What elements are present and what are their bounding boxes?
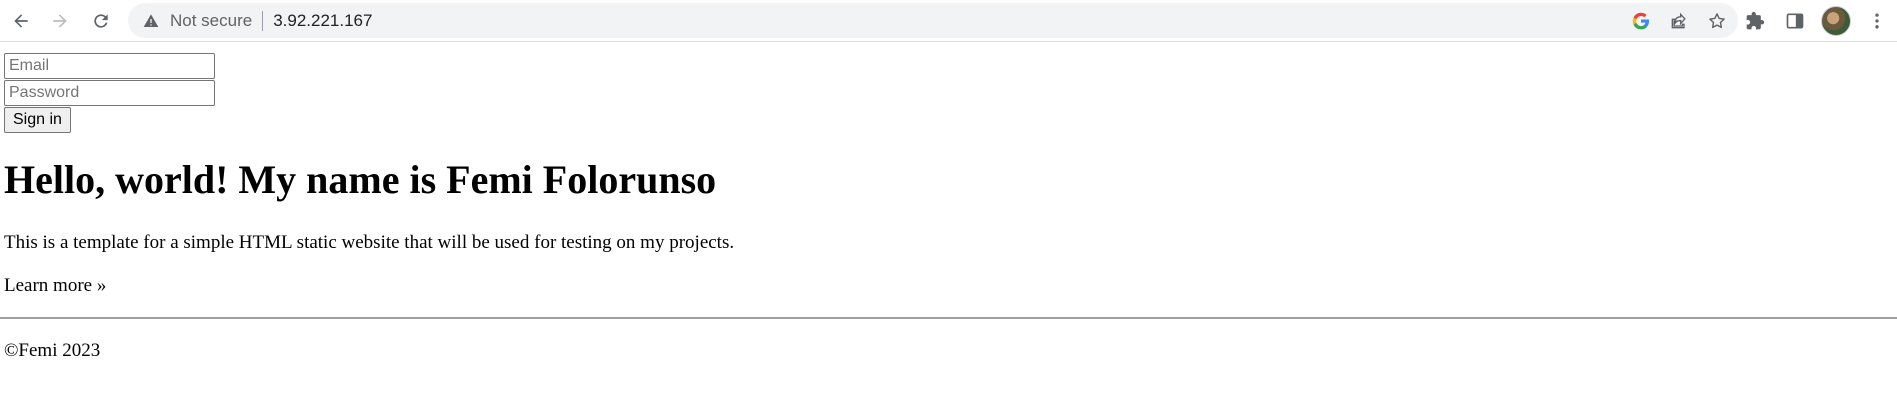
divider — [0, 317, 1897, 319]
side-panel-icon[interactable] — [1781, 7, 1809, 35]
sign-in-button[interactable]: Sign in — [4, 107, 71, 133]
password-field[interactable] — [4, 80, 215, 106]
reload-icon — [94, 14, 108, 28]
kebab-menu-icon[interactable] — [1863, 7, 1891, 35]
browser-toolbar: Not secure 3.92.221.167 — [0, 0, 1897, 42]
puzzle-icon[interactable] — [1741, 7, 1769, 35]
omnibox-separator — [262, 10, 264, 31]
learn-more-link[interactable]: Learn more » — [4, 275, 106, 297]
forward-arrow-icon — [53, 14, 67, 28]
warning-triangle-icon[interactable] — [142, 12, 160, 30]
footer-copyright: ©Femi 2023 — [4, 340, 101, 361]
page-title: Hello, world! My name is Femi Folorunso — [4, 157, 717, 202]
star-icon[interactable] — [1706, 10, 1728, 32]
email-field[interactable] — [4, 53, 215, 79]
toolbar-actions — [1741, 5, 1891, 37]
forward-button[interactable] — [44, 5, 76, 37]
avatar[interactable] — [1821, 6, 1851, 36]
reload-button[interactable] — [85, 5, 117, 37]
back-button[interactable] — [5, 5, 37, 37]
security-status[interactable]: Not secure — [170, 11, 252, 31]
google-g-icon[interactable] — [1630, 10, 1652, 32]
address-bar[interactable]: Not secure 3.92.221.167 — [128, 3, 1738, 38]
intro-paragraph: This is a template for a simple HTML sta… — [4, 232, 735, 253]
omnibox-actions — [1630, 3, 1728, 38]
url-text[interactable]: 3.92.221.167 — [273, 11, 372, 31]
page-content: Sign in Hello, world! My name is Femi Fo… — [0, 42, 1897, 402]
back-arrow-icon — [14, 14, 28, 28]
share-icon[interactable] — [1668, 10, 1690, 32]
